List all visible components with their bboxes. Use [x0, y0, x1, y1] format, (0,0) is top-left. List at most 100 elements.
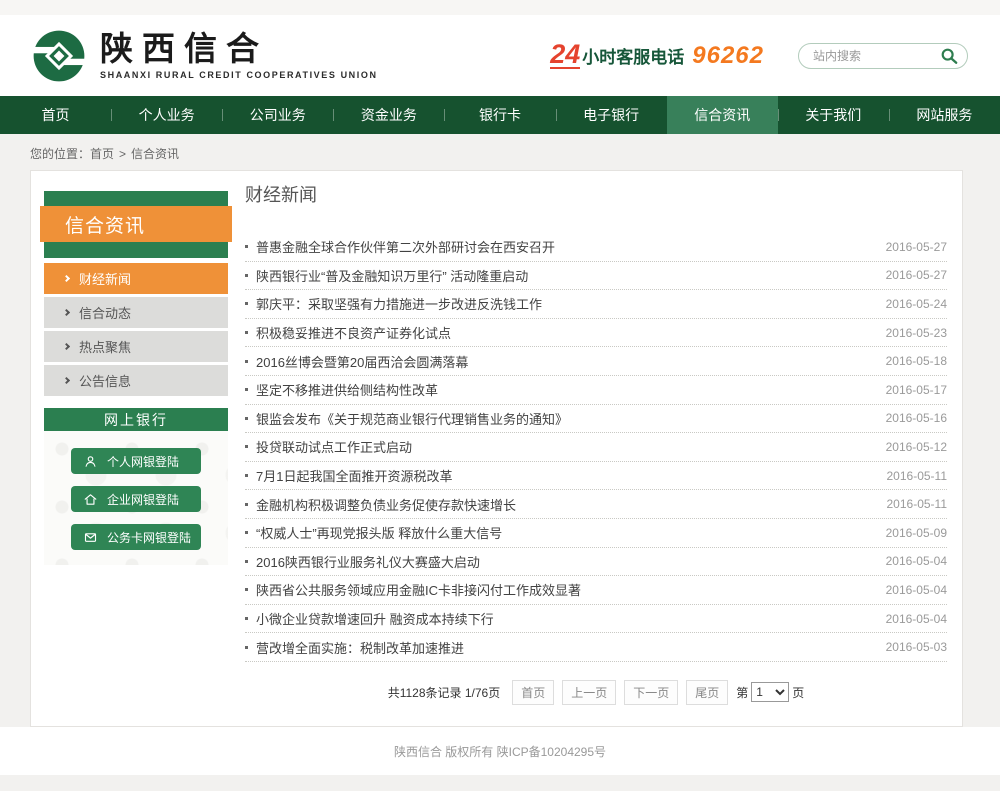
nav-item-services[interactable]: 网站服务	[889, 96, 1000, 134]
nav-item-corporate[interactable]: 公司业务	[222, 96, 333, 134]
news-row: 普惠金融全球合作伙伴第二次外部研讨会在西安召开 2016-05-27	[245, 233, 947, 262]
sidebar-item-finance-news[interactable]: 财经新闻	[44, 263, 228, 294]
bullet-icon	[245, 388, 248, 391]
news-link[interactable]: 陕西省公共服务领域应用金融IC卡非接闪付工作成效显著	[256, 580, 874, 599]
pagination-next-button[interactable]: 下一页	[624, 680, 678, 705]
news-row: 金融机构积极调整负债业务促使存款快速增长2016-05-11	[245, 490, 947, 519]
news-link[interactable]: 小微企业贷款增速回升 融资成本持续下行	[256, 609, 874, 628]
news-link[interactable]: “权威人士”再现党报头版 释放什么重大信号	[256, 523, 874, 542]
site-footer: 陕西信合 版权所有 陕ICP备10204295号	[0, 727, 1000, 775]
news-row: 银监会发布《关于规范商业银行代理销售业务的通知》 2016-05-16	[245, 405, 947, 434]
news-date: 2016-05-04	[886, 554, 947, 568]
news-row: 积极稳妥推进不良资产证券化试点 2016-05-23	[245, 319, 947, 348]
sidebar-section-banner: 信合资讯	[44, 191, 229, 258]
bullet-icon	[245, 274, 248, 277]
bullet-icon	[245, 360, 248, 363]
page-select[interactable]: 1	[751, 682, 789, 702]
nav-item-news[interactable]: 信合资讯	[667, 96, 778, 134]
news-link[interactable]: 2016陕西银行业服务礼仪大赛盛大启动	[256, 552, 874, 571]
news-row: 陕西省公共服务领域应用金融IC卡非接闪付工作成效显著 2016-05-04	[245, 576, 947, 605]
logo[interactable]: 陕西信合 SHAANXI RURAL CREDIT COOPERATIVES U…	[30, 27, 378, 85]
sidebar-item-hot-topics[interactable]: 热点聚焦	[44, 331, 228, 362]
news-date: 2016-05-27	[886, 240, 947, 254]
ebank-panel: 个人网银登陆 企业网银登陆 公务卡网银登陆	[44, 431, 228, 565]
logo-subtitle: SHAANXI RURAL CREDIT COOPERATIVES UNION	[100, 70, 378, 80]
bullet-icon	[245, 560, 248, 563]
nav-item-ebanking[interactable]: 电子银行	[556, 96, 667, 134]
breadcrumb-current: 信合资讯	[131, 147, 179, 161]
news-row: 坚定不移推进供给侧结构性改革2016-05-17	[245, 376, 947, 405]
news-row: 营改增全面实施：税制改革加速推进 2016-05-03	[245, 633, 947, 662]
breadcrumb-separator: >	[119, 147, 126, 161]
news-row: 投贷联动试点工作正式启动2016-05-12	[245, 433, 947, 462]
bullet-icon	[245, 302, 248, 305]
news-link[interactable]: 投贷联动试点工作正式启动	[256, 437, 874, 456]
main-nav: 首页 个人业务 公司业务 资金业务 银行卡 电子银行 信合资讯 关于我们 网站服…	[0, 96, 1000, 134]
nav-item-personal[interactable]: 个人业务	[111, 96, 222, 134]
breadcrumb-home-link[interactable]: 首页	[90, 147, 114, 161]
hotline-label: 小时客服电话	[582, 43, 684, 68]
sidebar-menu: 财经新闻 信合动态 热点聚焦 公告信息	[44, 263, 228, 396]
logo-title: 陕西信合	[100, 31, 378, 67]
news-link[interactable]: 金融机构积极调整负债业务促使存款快速增长	[256, 495, 875, 514]
main-column: 财经新闻 普惠金融全球合作伙伴第二次外部研讨会在西安召开2016-05-27 陕…	[229, 171, 962, 726]
hotline: 24 小时客服电话 96262	[550, 42, 764, 70]
news-link[interactable]: 积极稳妥推进不良资产证券化试点	[256, 323, 874, 342]
news-row: “权威人士”再现党报头版 释放什么重大信号 2016-05-09	[245, 519, 947, 548]
search-button[interactable]	[940, 47, 958, 65]
nav-item-bankcard[interactable]: 银行卡	[444, 96, 555, 134]
hotline-number: 96262	[692, 42, 764, 70]
news-date: 2016-05-09	[886, 526, 947, 540]
nav-item-home[interactable]: 首页	[0, 96, 111, 134]
news-date: 2016-05-23	[886, 326, 947, 340]
bullet-icon	[245, 503, 248, 506]
news-date: 2016-05-24	[886, 297, 947, 311]
nav-item-treasury[interactable]: 资金业务	[333, 96, 444, 134]
news-link[interactable]: 银监会发布《关于规范商业银行代理销售业务的通知》	[256, 409, 874, 428]
bullet-icon	[245, 646, 248, 649]
pagination-prev-button[interactable]: 上一页	[562, 680, 616, 705]
home-icon	[83, 492, 98, 507]
news-link[interactable]: 普惠金融全球合作伙伴第二次外部研讨会在西安召开	[256, 237, 874, 256]
corporate-ebank-login-button[interactable]: 企业网银登陆	[71, 486, 201, 512]
pagination-first-button[interactable]: 首页	[512, 680, 554, 705]
logo-icon	[30, 27, 88, 85]
pagination: 共1128条记录 1/76页 首页 上一页 下一页 尾页 第 1 页	[245, 680, 947, 705]
pagination-summary: 共1128条记录 1/76页	[388, 684, 501, 701]
sidebar-item-announcements[interactable]: 公告信息	[44, 365, 228, 396]
news-date: 2016-05-03	[886, 640, 947, 654]
news-row: 小微企业贷款增速回升 融资成本持续下行2016-05-04	[245, 605, 947, 634]
news-date: 2016-05-16	[886, 411, 947, 425]
news-link[interactable]: 坚定不移推进供给侧结构性改革	[256, 380, 874, 399]
bullet-icon	[245, 617, 248, 620]
news-date: 2016-05-18	[886, 354, 947, 368]
bullet-icon	[245, 331, 248, 334]
user-icon	[83, 454, 98, 469]
bullet-icon	[245, 588, 248, 591]
content-box: 信合资讯 财经新闻 信合动态 热点聚焦 公告信息 网上银行 个人网银登陆	[30, 170, 963, 727]
official-card-ebank-login-button[interactable]: 公务卡网银登陆	[71, 524, 201, 550]
news-link[interactable]: 7月1日起我国全面推开资源税改革	[256, 466, 875, 485]
site-search	[798, 43, 968, 69]
news-row: 2016陕西银行业服务礼仪大赛盛大启动 2016-05-04	[245, 548, 947, 577]
news-link[interactable]: 郭庆平：采取坚强有力措施进一步改进反洗钱工作	[256, 294, 874, 313]
site-header: 陕西信合 SHAANXI RURAL CREDIT COOPERATIVES U…	[0, 15, 1000, 96]
news-row: 郭庆平：采取坚强有力措施进一步改进反洗钱工作 2016-05-24	[245, 290, 947, 319]
news-link[interactable]: 营改增全面实施：税制改革加速推进	[256, 638, 874, 657]
page: 陕西信合 SHAANXI RURAL CREDIT COOPERATIVES U…	[0, 0, 1000, 791]
bullet-icon	[245, 531, 248, 534]
personal-ebank-login-button[interactable]: 个人网银登陆	[71, 448, 201, 474]
sidebar-item-coop-news[interactable]: 信合动态	[44, 297, 228, 328]
news-link[interactable]: 陕西银行业“普及金融知识万里行” 活动隆重启动	[256, 266, 874, 285]
pagination-jump: 第 1 页	[736, 682, 804, 702]
jump-prefix: 第	[736, 684, 748, 701]
pagination-last-button[interactable]: 尾页	[686, 680, 728, 705]
nav-item-about[interactable]: 关于我们	[778, 96, 889, 134]
header-right: 24 小时客服电话 96262	[550, 42, 968, 70]
news-row: 2016丝博会暨第20届西洽会圆满落幕 2016-05-18	[245, 347, 947, 376]
content-area: 您的位置：首页>信合资讯 信合资讯 财经新闻 信合动态 热点聚焦 公告信息 网上…	[0, 134, 1000, 727]
bullet-icon	[245, 445, 248, 448]
news-date: 2016-05-11	[887, 469, 948, 483]
news-link[interactable]: 2016丝博会暨第20届西洽会圆满落幕	[256, 352, 874, 371]
news-date: 2016-05-04	[886, 583, 947, 597]
